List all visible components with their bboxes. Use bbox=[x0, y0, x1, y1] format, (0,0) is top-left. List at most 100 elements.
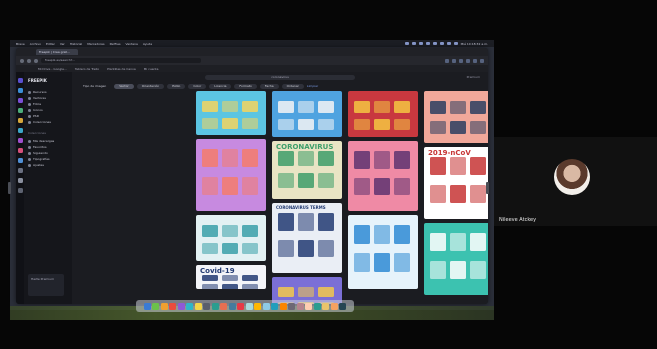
brand-logo[interactable]: FREEPIK bbox=[28, 78, 68, 83]
dock-app-icon[interactable] bbox=[177, 302, 185, 310]
dock-app-icon[interactable] bbox=[339, 302, 347, 310]
rail-app-icon[interactable] bbox=[17, 148, 23, 153]
filter-chip[interactable]: Color bbox=[188, 83, 207, 89]
status-icon[interactable] bbox=[432, 41, 437, 45]
rail-app-icon[interactable] bbox=[17, 88, 23, 93]
extension-icon[interactable] bbox=[452, 58, 456, 63]
template-card[interactable] bbox=[196, 91, 266, 135]
forward-icon[interactable] bbox=[27, 58, 31, 63]
status-icon[interactable] bbox=[439, 41, 444, 45]
dock-app-icon[interactable] bbox=[296, 302, 304, 310]
dock-app-icon[interactable] bbox=[194, 302, 202, 310]
filter-chip[interactable]: Orientación bbox=[136, 83, 165, 89]
extension-icon[interactable] bbox=[445, 58, 449, 63]
rail-app-icon[interactable] bbox=[17, 138, 23, 143]
dock-app-icon[interactable] bbox=[143, 302, 151, 310]
rail-app-icon[interactable] bbox=[17, 118, 23, 123]
dock-app-icon[interactable] bbox=[228, 302, 236, 310]
dock-app-icon[interactable] bbox=[169, 302, 177, 310]
template-card[interactable]: Covid-19 bbox=[196, 265, 266, 289]
bookmark-item[interactable]: Tablero de Trello bbox=[75, 67, 99, 71]
template-card[interactable] bbox=[424, 223, 488, 295]
extension-icon[interactable] bbox=[459, 58, 463, 63]
dock-app-icon[interactable] bbox=[262, 302, 270, 310]
clear-filters-link[interactable]: Limpiar bbox=[307, 84, 318, 88]
dock-app-icon[interactable] bbox=[220, 302, 228, 310]
sidebar-item[interactable]: Colecciones bbox=[28, 119, 68, 125]
dock-app-icon[interactable] bbox=[330, 302, 338, 310]
participant-tile[interactable]: Nileeve Atckey bbox=[494, 137, 657, 226]
dock-app-icon[interactable] bbox=[271, 302, 279, 310]
status-icon[interactable] bbox=[453, 41, 458, 45]
dock-app-icon[interactable] bbox=[305, 302, 313, 310]
menubar-item[interactable]: Historial bbox=[70, 42, 82, 46]
card-graphic bbox=[318, 118, 334, 131]
extension-icon[interactable] bbox=[480, 58, 484, 63]
rail-app-icon[interactable] bbox=[17, 168, 23, 173]
status-icon[interactable] bbox=[418, 41, 423, 45]
rail-app-icon[interactable] bbox=[17, 78, 23, 83]
status-icon[interactable] bbox=[411, 41, 416, 45]
menubar-item[interactable]: Perfiles bbox=[110, 42, 121, 46]
back-icon[interactable] bbox=[20, 58, 24, 63]
template-card[interactable] bbox=[348, 141, 418, 211]
dock-app-icon[interactable] bbox=[322, 302, 330, 310]
card-graphic bbox=[470, 233, 486, 251]
filter-chip[interactable]: Vector bbox=[114, 83, 134, 89]
dock-app-icon[interactable] bbox=[203, 302, 211, 310]
dock-app-icon[interactable] bbox=[279, 302, 287, 310]
dock-app-icon[interactable] bbox=[254, 302, 262, 310]
rail-app-icon[interactable] bbox=[17, 98, 23, 103]
extension-icon[interactable] bbox=[466, 58, 470, 63]
dock-app-icon[interactable] bbox=[152, 302, 160, 310]
template-card[interactable] bbox=[348, 91, 418, 137]
rail-app-icon[interactable] bbox=[17, 188, 23, 193]
rail-app-icon[interactable] bbox=[17, 108, 23, 113]
filter-chip[interactable]: Licencia bbox=[209, 83, 232, 89]
template-card[interactable]: 2019-nCoV bbox=[424, 147, 488, 219]
filter-chip[interactable]: Formato bbox=[234, 83, 257, 89]
filter-chip[interactable]: Ordenar bbox=[281, 83, 304, 89]
rail-app-icon[interactable] bbox=[17, 128, 23, 133]
menubar-item[interactable]: Ventana bbox=[126, 42, 138, 46]
template-card[interactable] bbox=[272, 91, 342, 137]
template-card[interactable]: CORONAVIRUS bbox=[272, 141, 342, 199]
status-icon[interactable] bbox=[425, 41, 430, 45]
sidebar-item[interactable]: Ajustes bbox=[28, 162, 68, 168]
status-icon[interactable] bbox=[404, 41, 409, 45]
template-card[interactable]: CORONAVIRUS TERMS bbox=[272, 203, 342, 273]
menubar-item[interactable]: Marcadores bbox=[87, 42, 104, 46]
reload-icon[interactable] bbox=[34, 58, 38, 63]
menubar-item[interactable]: Ver bbox=[60, 42, 65, 46]
dock-app-icon[interactable] bbox=[288, 302, 296, 310]
template-card[interactable] bbox=[348, 215, 418, 289]
menubar-item[interactable]: Archivo bbox=[30, 42, 41, 46]
dock-app-icon[interactable] bbox=[160, 302, 168, 310]
filter-chip[interactable]: Estilo bbox=[167, 83, 186, 89]
filter-chip[interactable]: Tipo de imagen bbox=[78, 84, 111, 89]
menubar-item[interactable]: Brave bbox=[16, 42, 25, 46]
address-bar[interactable]: freepik.es/search?... bbox=[41, 58, 201, 63]
template-card[interactable] bbox=[196, 215, 266, 261]
bookmark-item[interactable]: Mi cuenta bbox=[144, 67, 159, 71]
status-icon[interactable] bbox=[446, 41, 451, 45]
dock-app-icon[interactable] bbox=[211, 302, 219, 310]
dock-app-icon[interactable] bbox=[245, 302, 253, 310]
dock-app-icon[interactable] bbox=[186, 302, 194, 310]
dock-app-icon[interactable] bbox=[313, 302, 321, 310]
rail-app-icon[interactable] bbox=[17, 158, 23, 163]
template-card[interactable] bbox=[196, 139, 266, 211]
bookmark-item[interactable]: Plantillas de Canva bbox=[107, 67, 136, 71]
menubar-item[interactable]: Ayuda bbox=[143, 42, 152, 46]
menubar-item[interactable]: Editar bbox=[46, 42, 55, 46]
premium-promo[interactable]: Hazte Premium bbox=[28, 274, 64, 296]
bookmark-item[interactable]: Mi Drive - Google... bbox=[38, 67, 67, 71]
dock-app-icon[interactable] bbox=[237, 302, 245, 310]
extension-icon[interactable] bbox=[473, 58, 477, 63]
rail-app-icon[interactable] bbox=[17, 178, 23, 183]
account-chip[interactable]: Premium bbox=[467, 75, 480, 79]
template-card[interactable] bbox=[424, 91, 488, 143]
search-input[interactable]: coronavirus bbox=[205, 74, 355, 80]
browser-tab[interactable]: Freepik | Crea grat... bbox=[36, 49, 78, 55]
filter-chip[interactable]: Fecha bbox=[259, 83, 279, 89]
